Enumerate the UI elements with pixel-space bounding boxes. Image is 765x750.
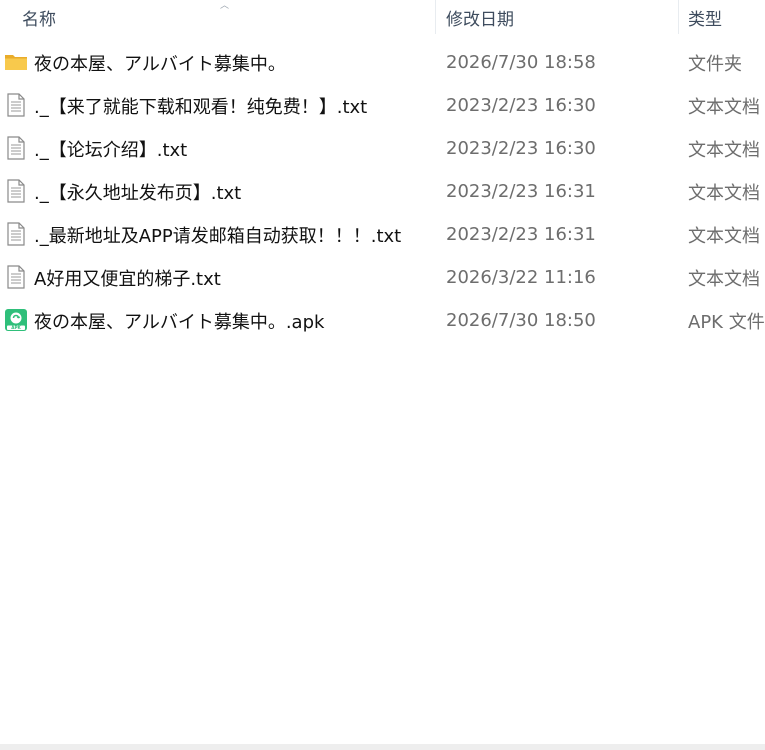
text-file-icon: [7, 265, 25, 289]
file-explorer-window: ︿ 名称 修改日期 类型 夜の本屋、アルバイト募集中。 2026/7/30 18…: [0, 0, 765, 750]
file-type: 文本文档: [688, 182, 760, 204]
file-row-apk[interactable]: APK 夜の本屋、アルバイト募集中。.apk 2026/7/30 18:50 A…: [0, 299, 765, 342]
file-row-text[interactable]: ._最新地址及APP请发邮箱自动获取！！！.txt 2023/2/23 16:3…: [0, 213, 765, 256]
file-type: 文本文档: [688, 96, 760, 118]
file-type: 文本文档: [688, 225, 760, 247]
file-name: ._【永久地址发布页】.txt: [34, 182, 242, 204]
column-header-bar: ︿ 名称 修改日期 类型: [0, 0, 765, 34]
column-divider[interactable]: [678, 0, 679, 34]
file-row-text[interactable]: ._【论坛介绍】.txt 2023/2/23 16:30 文本文档: [0, 127, 765, 170]
column-divider[interactable]: [435, 0, 436, 34]
file-name: 夜の本屋、アルバイト募集中。: [34, 53, 286, 75]
column-header-modified[interactable]: 修改日期: [446, 0, 677, 34]
file-row-text[interactable]: ._【来了就能下载和观看！纯免费！】.txt 2023/2/23 16:30 文…: [0, 84, 765, 127]
file-row-text[interactable]: ._【永久地址发布页】.txt 2023/2/23 16:31 文本文档: [0, 170, 765, 213]
column-header-name[interactable]: 名称: [22, 0, 434, 34]
file-modified: 2023/2/23 16:31: [446, 181, 596, 202]
file-modified: 2023/2/23 16:30: [446, 95, 596, 116]
file-name: ._【来了就能下载和观看！纯免费！】.txt: [34, 96, 368, 118]
text-file-icon: [7, 93, 25, 117]
file-row-text[interactable]: A好用又便宜的梯子.txt 2026/3/22 11:16 文本文档: [0, 256, 765, 299]
file-name: A好用又便宜的梯子.txt: [34, 268, 221, 290]
file-modified: 2026/7/30 18:58: [446, 52, 596, 73]
svg-text:APK: APK: [11, 325, 21, 330]
file-name: 夜の本屋、アルバイト募集中。.apk: [34, 311, 325, 333]
file-row-folder[interactable]: 夜の本屋、アルバイト募集中。 2026/7/30 18:58 文件夹: [0, 41, 765, 84]
file-type: 文本文档: [688, 268, 760, 290]
text-file-icon: [7, 136, 25, 160]
file-modified: 2023/2/23 16:31: [446, 224, 596, 245]
file-name: ._最新地址及APP请发邮箱自动获取！！！.txt: [34, 225, 402, 247]
column-header-type[interactable]: 类型: [688, 0, 765, 34]
file-type: 文本文档: [688, 139, 760, 161]
apk-file-icon: APK: [5, 309, 27, 331]
text-file-icon: [7, 222, 25, 246]
status-bar: [0, 744, 765, 750]
file-modified: 2023/2/23 16:30: [446, 138, 596, 159]
text-file-icon: [7, 179, 25, 203]
file-modified: 2026/7/30 18:50: [446, 310, 596, 331]
file-type: 文件夹: [688, 53, 742, 75]
folder-icon: [5, 55, 27, 70]
file-modified: 2026/3/22 11:16: [446, 267, 596, 288]
file-name: ._【论坛介绍】.txt: [34, 139, 188, 161]
file-type: APK 文件: [688, 311, 765, 333]
